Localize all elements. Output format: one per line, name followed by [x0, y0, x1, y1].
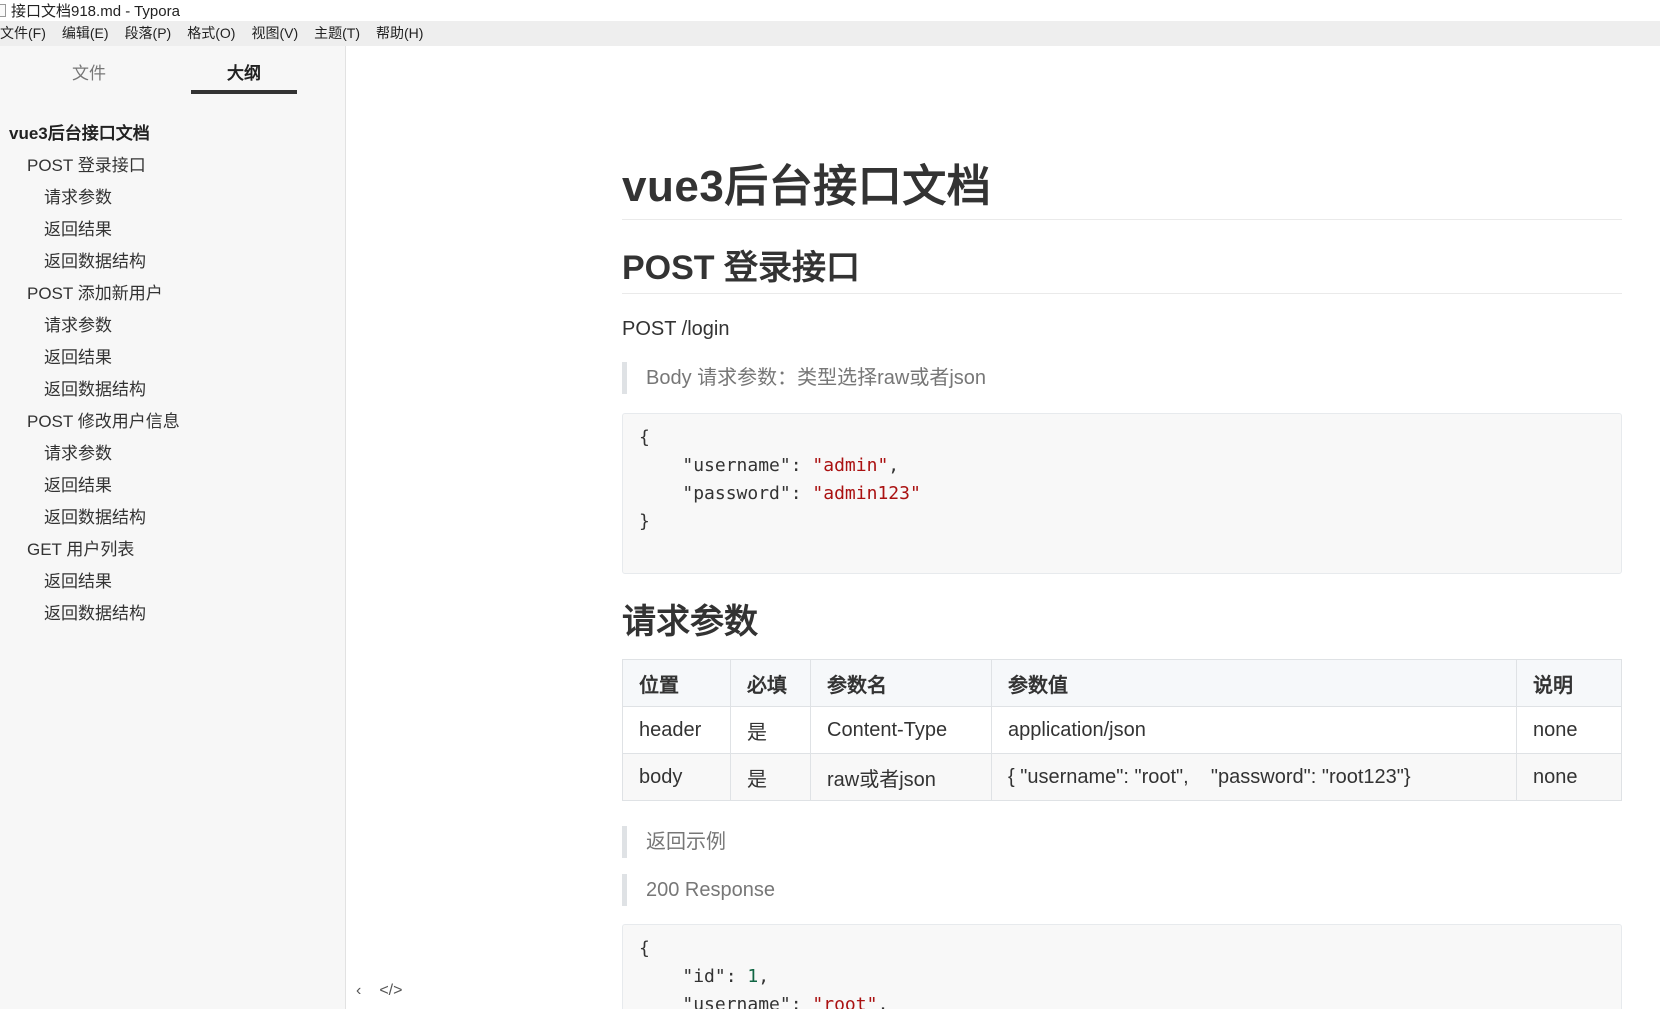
outline-item[interactable]: POST 登录接口: [0, 150, 346, 182]
code-key: "password": [682, 483, 791, 504]
code-line: }: [639, 511, 650, 532]
document-icon: [0, 4, 6, 17]
outline-item[interactable]: 返回数据结构: [0, 598, 346, 630]
blockquote-return-example: 返回示例: [622, 826, 726, 858]
code-line: "password": "admin123": [682, 483, 921, 504]
table-header-cell: 位置: [622, 659, 731, 707]
params-table: 位置 必填 参数名 参数值 说明 header 是 Content-Type a…: [622, 659, 1622, 801]
heading-title: vue3后台接口文档: [622, 162, 992, 211]
table-cell: 是: [730, 753, 811, 801]
blockquote-body-params: Body 请求参数：类型选择raw或者json: [622, 362, 986, 394]
outline-item[interactable]: vue3后台接口文档: [0, 118, 346, 150]
outline-item[interactable]: 返回数据结构: [0, 374, 346, 406]
heading-divider: [622, 219, 1622, 220]
tab-files[interactable]: 文件: [36, 58, 142, 94]
code-string: "admin123": [812, 483, 921, 504]
outline-item[interactable]: GET 用户列表: [0, 534, 346, 566]
table-cell: 是: [730, 706, 811, 754]
blockquote-response-code: 200 Response: [622, 874, 775, 906]
menu-bar: 文件(F) 编辑(E) 段落(P) 格式(O) 视图(V) 主题(T) 帮助(H…: [0, 21, 1660, 46]
code-block-response[interactable]: { "id": 1, "username": "root",: [622, 924, 1622, 1009]
title-bar: 接口文档918.md - Typora: [0, 0, 1660, 21]
menu-edit[interactable]: 编辑(E): [54, 21, 117, 46]
menu-paragraph[interactable]: 段落(P): [117, 21, 180, 46]
code-line: {: [639, 427, 650, 448]
outline-list: vue3后台接口文档 POST 登录接口 请求参数 返回结果 返回数据结构 PO…: [0, 118, 346, 630]
code-string: "admin": [812, 455, 889, 476]
code-key: "id": [682, 966, 726, 987]
code-line: "username": "root",: [639, 991, 1605, 1009]
code-line: {: [639, 938, 650, 959]
menu-file[interactable]: 文件(F): [0, 21, 54, 46]
table-row: header 是 Content-Type application/json n…: [622, 706, 1622, 754]
sidebar-tabs: 文件 大纲: [0, 46, 345, 106]
editor-content[interactable]: vue3后台接口文档 POST 登录接口 POST /login Body 请求…: [622, 46, 1622, 1009]
table-cell: header: [622, 706, 731, 754]
window-title: 接口文档918.md - Typora: [11, 3, 180, 20]
table-header-cell: 说明: [1516, 659, 1622, 707]
outline-item[interactable]: 返回数据结构: [0, 502, 346, 534]
code-line: "username": "admin",: [682, 455, 900, 476]
table-cell: application/json: [991, 706, 1517, 754]
code-string: "root": [812, 994, 878, 1009]
outline-item[interactable]: 请求参数: [0, 310, 346, 342]
code-number: 1: [747, 966, 759, 987]
code-key: "username": [682, 994, 791, 1009]
source-code-mode-icon[interactable]: </>: [379, 982, 402, 1000]
sidebar: 文件 大纲 vue3后台接口文档 POST 登录接口 请求参数 返回结果 返回数…: [0, 46, 346, 1009]
heading-divider: [622, 293, 1622, 294]
tab-outline[interactable]: 大纲: [191, 58, 297, 94]
outline-item[interactable]: 返回结果: [0, 214, 346, 246]
menu-help[interactable]: 帮助(H): [368, 21, 431, 46]
table-cell: Content-Type: [810, 706, 992, 754]
outline-item[interactable]: 返回结果: [0, 342, 346, 374]
code-line: "id": 1,: [682, 966, 770, 987]
table-cell: none: [1516, 753, 1622, 801]
table-cell: body: [622, 753, 731, 801]
table-cell: raw或者json: [810, 753, 992, 801]
table-cell: none: [1516, 706, 1622, 754]
outline-item[interactable]: 请求参数: [0, 438, 346, 470]
code-block-request[interactable]: { "username": "admin", "password": "admi…: [622, 413, 1622, 574]
outline-item[interactable]: 返回结果: [0, 470, 346, 502]
table-header-cell: 参数名: [810, 659, 992, 707]
outline-item[interactable]: 请求参数: [0, 182, 346, 214]
menu-format[interactable]: 格式(O): [179, 21, 243, 46]
sidebar-footer: ‹ </>: [356, 982, 402, 1000]
menu-theme[interactable]: 主题(T): [306, 21, 368, 46]
menu-view[interactable]: 视图(V): [243, 21, 306, 46]
heading-login: POST 登录接口: [622, 249, 861, 287]
heading-request-params: 请求参数: [622, 603, 758, 641]
code-key: "username": [682, 455, 791, 476]
table-header-cell: 参数值: [991, 659, 1517, 707]
outline-item[interactable]: POST 添加新用户: [0, 278, 346, 310]
table-cell: { "username": "root", "password": "root1…: [991, 753, 1517, 801]
endpoint-text: POST /login: [622, 318, 730, 340]
outline-item[interactable]: 返回数据结构: [0, 246, 346, 278]
outline-item[interactable]: 返回结果: [0, 566, 346, 598]
table-header-cell: 必填: [730, 659, 811, 707]
outline-item[interactable]: POST 修改用户信息: [0, 406, 346, 438]
table-header-row: 位置 必填 参数名 参数值 说明: [622, 659, 1622, 707]
collapse-sidebar-icon[interactable]: ‹: [356, 982, 361, 1000]
table-row: body 是 raw或者json { "username": "root", "…: [622, 753, 1622, 801]
